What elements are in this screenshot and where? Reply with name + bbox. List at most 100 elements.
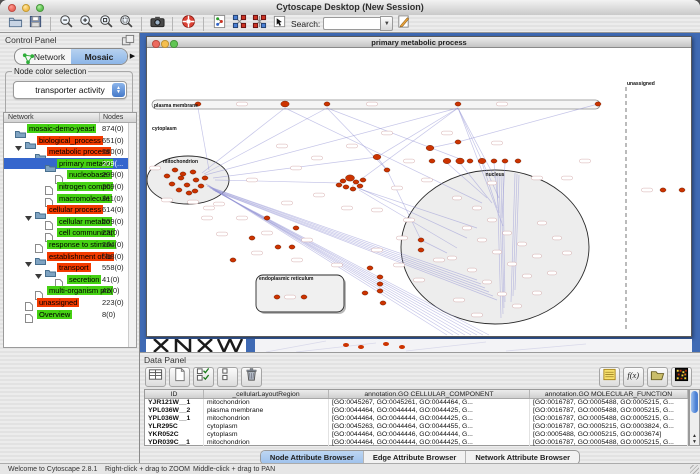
network-node[interactable] (353, 180, 359, 184)
table-row[interactable]: YJR121W__1mitochondrion[GO:0045267, GO:0… (145, 399, 688, 407)
table-scrollbar[interactable]: ▲▼ (689, 389, 700, 446)
network-node[interactable] (289, 245, 295, 249)
network-node[interactable] (184, 183, 190, 187)
network-edge[interactable] (327, 108, 387, 170)
network-edge[interactable] (327, 108, 460, 159)
layout-partition-button[interactable] (230, 16, 248, 32)
network-node[interactable] (360, 178, 366, 182)
zoom-fit-button[interactable] (117, 16, 135, 32)
node-color-dropdown[interactable]: transporter activity ▲▼ (13, 81, 127, 99)
network-node[interactable] (357, 184, 363, 188)
network-node[interactable] (275, 245, 281, 249)
search-dropdown-button[interactable]: ▼ (380, 16, 393, 31)
network-node[interactable] (478, 158, 486, 163)
network-node[interactable] (249, 236, 255, 240)
network-node[interactable] (373, 154, 381, 159)
tree-column-divider[interactable] (99, 113, 100, 123)
attribute-table-button[interactable] (145, 367, 166, 387)
network-node[interactable] (456, 158, 464, 164)
float-panel-icon[interactable] (121, 34, 133, 45)
snapshot-button[interactable] (148, 16, 166, 32)
tree-row-biological-process[interactable]: biological_process651(0) (4, 135, 130, 147)
table-row[interactable]: YPL036W__2plasma membrane[GO:0044464, GO… (145, 407, 688, 415)
matrix-button[interactable] (671, 367, 692, 387)
tree-row-secretion[interactable]: secretion41(0) (4, 274, 130, 286)
network-node[interactable] (264, 216, 270, 220)
network-node[interactable] (340, 179, 346, 183)
network-window-titlebar[interactable]: primary metabolic process (147, 37, 691, 48)
network-node[interactable] (377, 282, 383, 286)
unselect-attributes-button[interactable] (217, 367, 238, 387)
network-canvas[interactable]: plasma membranecytoplasmmitochondrionnuc… (147, 48, 691, 336)
network-node[interactable] (274, 295, 280, 299)
table-row[interactable]: YLR295Ccytoplasm[GO:0045263, GO:0044464,… (145, 423, 688, 431)
network-edge[interactable] (430, 142, 458, 148)
new-attribute-button[interactable] (169, 367, 190, 387)
delete-attribute-button[interactable] (241, 367, 262, 387)
network-node[interactable] (192, 189, 198, 193)
function-builder-button[interactable]: f(x) (623, 367, 644, 387)
network-node[interactable] (429, 159, 435, 163)
network-node[interactable] (324, 102, 330, 106)
network-node[interactable] (377, 275, 383, 279)
network-node[interactable] (660, 188, 666, 192)
table-scrollbar-thumb[interactable] (691, 391, 698, 413)
tree-row-unassigned[interactable]: unassigned223(0) (4, 297, 130, 309)
network-node[interactable] (293, 226, 299, 230)
network-edge[interactable] (205, 108, 458, 175)
network-node[interactable] (350, 187, 356, 191)
network-node[interactable] (455, 102, 461, 106)
network-edge[interactable] (352, 108, 458, 186)
tree-row-nucleobase-[interactable]: nucleobase-209(0) (4, 169, 130, 181)
network-edge[interactable] (215, 180, 341, 183)
notes-button[interactable] (599, 367, 620, 387)
tree-row-response-to-stimulu[interactable]: response to stimulu264(0) (4, 239, 130, 251)
tree-row-cellular-process[interactable]: cellular process614(0) (4, 204, 130, 216)
network-node[interactable] (202, 176, 208, 180)
network-node[interactable] (346, 175, 355, 181)
table-row[interactable]: YPL036W__1mitochondrion[GO:0044464, GO:0… (145, 415, 688, 423)
tree-row-metabolic-process[interactable]: metabolic process280(0) (4, 146, 130, 158)
network-node[interactable] (198, 184, 204, 188)
tree-row-cellular-metabo[interactable]: cellular metabo209(0) (4, 216, 130, 228)
network-node[interactable] (502, 159, 508, 163)
network-node[interactable] (178, 176, 184, 180)
network-node[interactable] (679, 188, 685, 192)
network-graph[interactable]: plasma membranecytoplasmmitochondrionnuc… (147, 48, 691, 336)
import-attributes-button[interactable] (647, 367, 668, 387)
network-node[interactable] (186, 191, 192, 195)
network-node[interactable] (377, 289, 383, 293)
tree-scrollbar[interactable] (128, 123, 136, 347)
save-session-button[interactable] (26, 16, 44, 32)
network-node[interactable] (169, 182, 175, 186)
network-node[interactable] (467, 159, 473, 163)
tree-row-overview[interactable]: Overview8(0) (4, 309, 130, 321)
tree-row-establishment-of-lo[interactable]: establishment of lo558(0) (4, 251, 130, 263)
tree-row-multi-organism-pro[interactable]: multi-organism pro42(0) (4, 285, 130, 297)
network-node[interactable] (595, 102, 601, 106)
zoom-selected-button[interactable] (97, 16, 115, 32)
network-node[interactable] (281, 101, 289, 107)
tab-overflow-button[interactable]: ▶ (128, 50, 137, 61)
network-node[interactable] (418, 238, 424, 242)
network-node[interactable] (443, 158, 451, 163)
network-node[interactable] (176, 188, 182, 192)
network-node[interactable] (172, 168, 178, 172)
network-node[interactable] (336, 183, 342, 187)
network-node[interactable] (190, 170, 196, 174)
network-edge[interactable] (285, 108, 482, 203)
table-row[interactable]: YKR052Ccytoplasm[GO:0044464, GO:0044446,… (145, 431, 688, 439)
network-node[interactable] (515, 159, 521, 163)
network-node[interactable] (164, 174, 170, 178)
tab-mosaic[interactable]: Mosaic (71, 49, 127, 64)
network-node[interactable] (180, 172, 186, 176)
network-node[interactable] (384, 168, 390, 172)
network-node[interactable] (367, 266, 373, 270)
network-node[interactable] (455, 140, 461, 144)
tree-row-mosaic-demo-yeast[interactable]: mosaic-demo-yeast874(0) (4, 123, 130, 135)
zoom-out-button[interactable] (57, 16, 75, 32)
network-node[interactable] (193, 178, 199, 182)
tree-row-macromolecule[interactable]: macromolecule311(0) (4, 193, 130, 205)
column-header-region[interactable]: _cellularLayoutRegion (204, 390, 329, 398)
search-input[interactable] (323, 17, 380, 30)
